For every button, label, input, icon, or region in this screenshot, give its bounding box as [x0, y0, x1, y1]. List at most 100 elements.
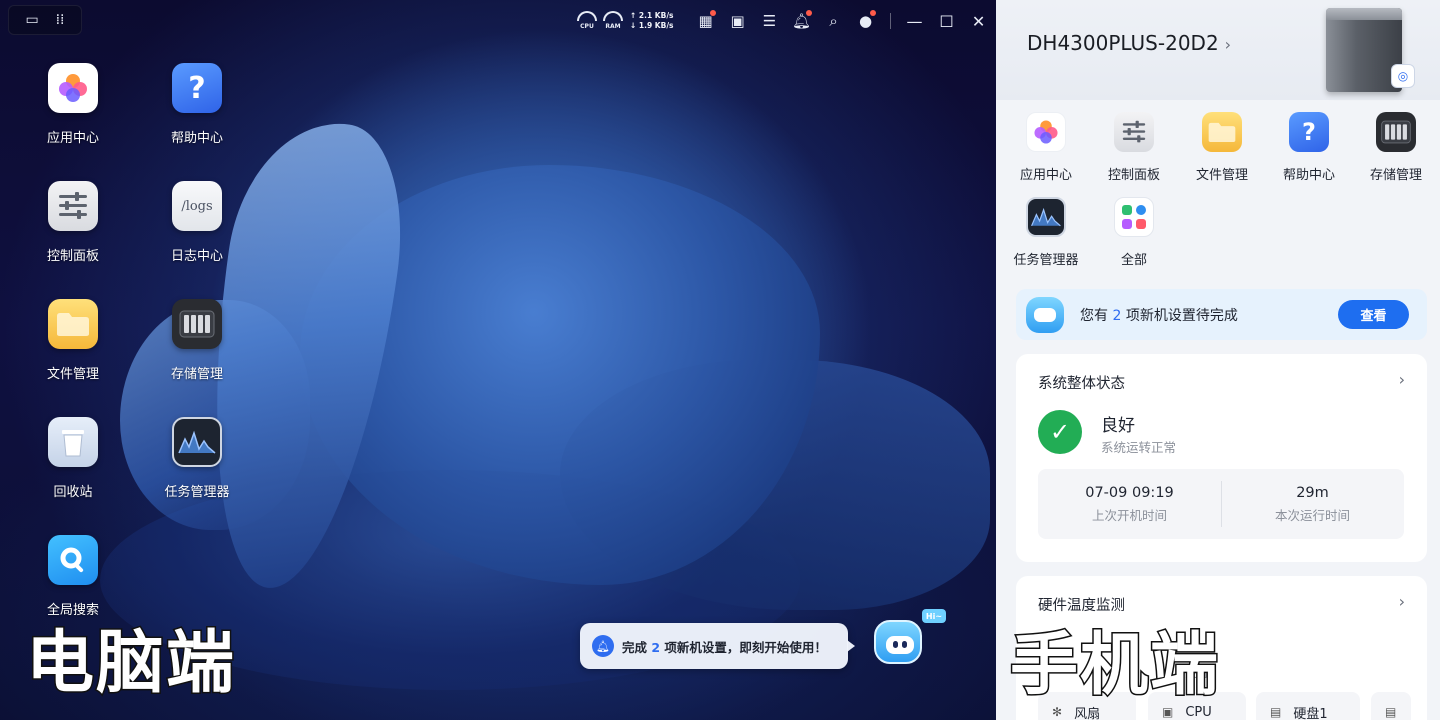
app-label: 全部 [1120, 253, 1147, 268]
status-text: 良好 [1101, 416, 1135, 436]
mobile-app-help-center[interactable]: ? 帮助中心 [1265, 112, 1353, 183]
disk-chip[interactable]: ▤ [1371, 692, 1411, 720]
show-desktop-icon[interactable]: ▭ [25, 13, 38, 27]
desktop-icon-storage-manager[interactable]: 存储管理 [147, 299, 247, 382]
setup-reminder-text: 您有 2 项新机设置待完成 [1080, 308, 1238, 324]
widgets-icon[interactable]: ▦ [690, 8, 722, 34]
upload-speed: ↑ 2.1 KB/s [630, 11, 674, 20]
uptime-label: 本次运行时间 [1274, 507, 1350, 523]
system-tray: CPU RAM ↑ 2.1 KB/s ↓ 1.9 KB/s ▦ ▣ ☰ 🔔︎ ⌕… [576, 8, 995, 34]
logs-glyph: /logs [181, 198, 213, 214]
monitor-icon[interactable]: ▣ [722, 8, 754, 34]
desktop-icon-log-center[interactable]: /logs 日志中心 [147, 181, 247, 264]
app-grid-icon[interactable]: ⁞⁞ [56, 13, 65, 27]
logs-icon: /logs [172, 181, 222, 231]
desktop-icon-control-panel[interactable]: 控制面板 [23, 181, 123, 264]
cpu-label: CPU [580, 23, 594, 30]
search-icon[interactable]: ⌕ [818, 8, 850, 34]
app-center-icon [1026, 112, 1066, 152]
notification-text: 完成 2 项新机设置，即刻开始使用！ [622, 639, 827, 655]
notification-count: 2 [651, 639, 661, 655]
mobile-app-control-panel[interactable]: 控制面板 [1090, 112, 1178, 183]
chevron-right-icon[interactable]: › [1399, 592, 1405, 611]
help-icon: ? [1289, 112, 1329, 152]
mobile-app-task-manager[interactable]: 任务管理器 [1002, 197, 1090, 268]
server-icon[interactable]: ☰ [754, 8, 786, 34]
chevron-right-icon: › [1224, 35, 1232, 54]
system-status-card[interactable]: 系统整体状态 › ✓ 良好 系统运转正常 07-09 09:19 上次开机时间 … [1016, 354, 1427, 562]
setup-notification[interactable]: 🔔︎ 完成 2 项新机设置，即刻开始使用！ [580, 623, 855, 669]
desktop-icon-label: 帮助中心 [170, 131, 223, 146]
control-panel-icon [48, 181, 98, 231]
ram-gauge-icon[interactable]: RAM [602, 9, 624, 33]
chevron-right-icon[interactable]: › [1399, 370, 1405, 389]
notification-dot [869, 10, 876, 16]
assistant-robot-icon [1022, 293, 1068, 339]
app-label: 任务管理器 [1013, 253, 1079, 268]
network-speed[interactable]: ↑ 2.1 KB/s ↓ 1.9 KB/s [630, 11, 674, 31]
uptime-panel: 07-09 09:19 上次开机时间 29m 本次运行时间 [1038, 469, 1404, 539]
maximize-icon[interactable]: ☐ [931, 8, 963, 34]
app-label: 存储管理 [1369, 168, 1422, 183]
desktop-icon-label: 应用中心 [46, 131, 99, 146]
fan-icon: ✻ [1052, 705, 1063, 719]
bell-icon[interactable]: 🔔︎ [786, 8, 818, 34]
view-button[interactable]: 查看 [1338, 300, 1409, 329]
phone-header: DH4300PLUS-20D2 › ◎ [996, 0, 1440, 100]
desktop-icon-label: 任务管理器 [164, 485, 230, 500]
setup-reminder-card: 您有 2 项新机设置待完成 查看 [1016, 289, 1427, 340]
download-speed: ↓ 1.9 KB/s [630, 21, 674, 30]
app-label: 文件管理 [1195, 168, 1248, 183]
cpu-gauge-icon[interactable]: CPU [576, 9, 598, 33]
mobile-app-app-center[interactable]: 应用中心 [1002, 112, 1090, 183]
control-panel-icon [1114, 112, 1154, 152]
disk-icon: ▤ [1270, 705, 1282, 719]
assistant-greeting: Hi~ [922, 609, 946, 623]
desktop-icon-label: 全局搜索 [46, 603, 99, 618]
app-center-icon [48, 63, 98, 113]
cpu-icon: ▣ [1162, 705, 1174, 719]
mobile-app-file-manager[interactable]: 文件管理 [1178, 112, 1266, 183]
notification-dot [805, 10, 812, 16]
desktop-icon-global-search[interactable]: 全局搜索 [23, 535, 123, 618]
folder-icon [48, 299, 98, 349]
desktop-icon-recycle-bin[interactable]: 回收站 [23, 417, 123, 500]
desktop-icon-task-manager[interactable]: 任务管理器 [147, 417, 247, 500]
app-label: 控制面板 [1107, 168, 1160, 183]
storage-icon [172, 299, 222, 349]
app-label: 应用中心 [1019, 168, 1072, 183]
bell-icon: 🔔︎ [592, 635, 614, 657]
card-title: 硬件温度监测 [1038, 598, 1125, 614]
card-title: 系统整体状态 [1038, 376, 1125, 392]
disk-chip[interactable]: ▤ 硬盘1 [1256, 692, 1360, 720]
web-access-icon[interactable]: ◎ [1391, 64, 1415, 88]
uptime-value: 29m [1296, 484, 1329, 501]
mobile-caption: 手机端 [1008, 626, 1221, 705]
desktop-icon-label: 文件管理 [46, 367, 99, 382]
desktop-icon-help-center[interactable]: ? 帮助中心 [147, 63, 247, 146]
recycle-bin-icon [48, 417, 98, 467]
last-boot-value: 07-09 09:19 [1085, 484, 1174, 501]
close-icon[interactable]: ✕ [963, 8, 995, 34]
storage-icon [1376, 112, 1416, 152]
notification-dot [709, 10, 716, 16]
desktop-icon-label: 回收站 [53, 485, 93, 500]
desktop-icon-app-center[interactable]: 应用中心 [23, 63, 123, 146]
ram-label: RAM [605, 23, 621, 30]
mobile-app-storage-manager[interactable]: 存储管理 [1352, 112, 1440, 183]
folder-icon [1202, 112, 1242, 152]
disk-icon: ▤ [1385, 705, 1397, 719]
minimize-icon[interactable]: — [899, 8, 931, 34]
desktop-icon-label: 日志中心 [170, 249, 223, 264]
desktop-icon-file-manager[interactable]: 文件管理 [23, 299, 123, 382]
device-name[interactable]: DH4300PLUS-20D2 › [1027, 31, 1231, 55]
desktop-caption: 电脑端 [24, 624, 237, 703]
help-icon: ? [172, 63, 222, 113]
mobile-app-all[interactable]: 全部 [1090, 197, 1178, 268]
desktop-icon-label: 控制面板 [46, 249, 99, 264]
mobile-app: DH4300PLUS-20D2 › ◎ 应用中心 控制面板 文件管理 ? 帮助中心… [996, 0, 1440, 720]
task-manager-icon [1026, 197, 1066, 237]
user-icon[interactable]: ● [850, 8, 882, 34]
search-icon [48, 535, 98, 585]
assistant-robot-icon[interactable] [870, 614, 926, 670]
